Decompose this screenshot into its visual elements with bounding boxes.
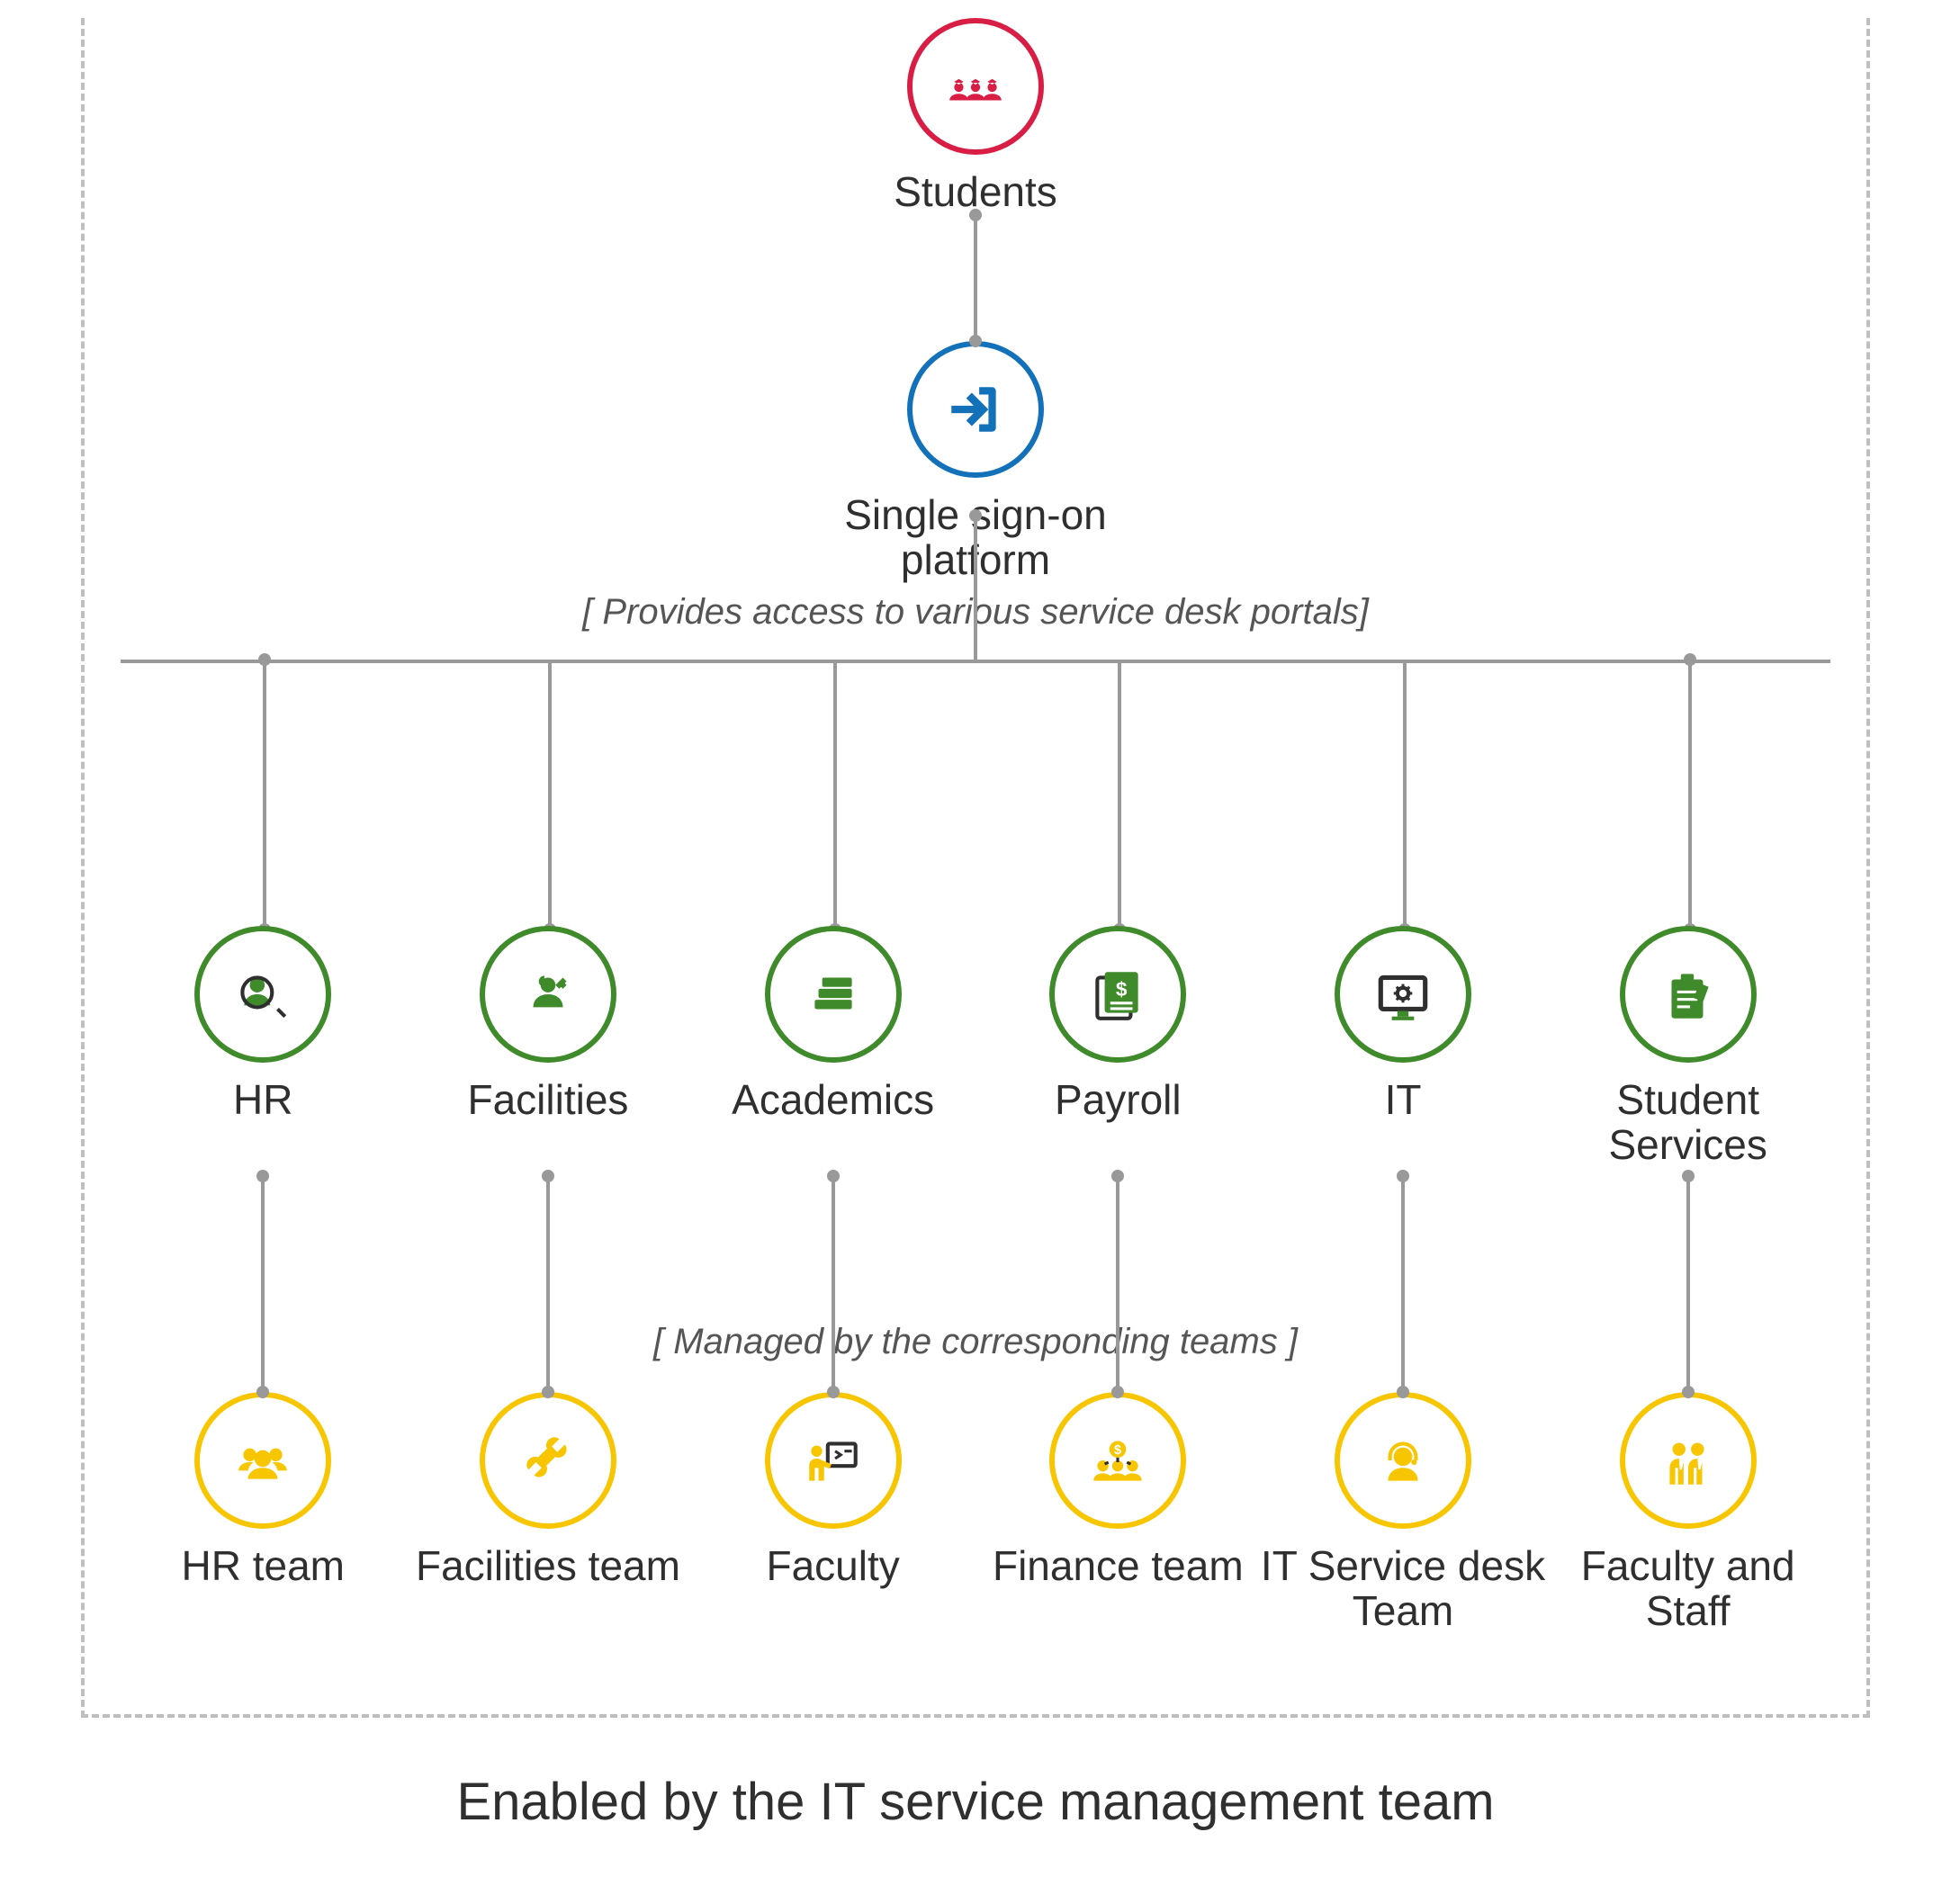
diagram-frame: Students Single sign-on platform [ Provi… bbox=[81, 18, 1870, 1718]
connector-student-services bbox=[1686, 1176, 1690, 1392]
student-services-label: Student Services bbox=[1589, 1077, 1787, 1176]
it-label: IT bbox=[1385, 1077, 1422, 1176]
connector-academics bbox=[832, 1176, 835, 1392]
col-student-services: Student Services Faculty and Staff bbox=[1545, 926, 1830, 1651]
col-it: IT IT Service desk Team bbox=[1261, 926, 1546, 1651]
students-icon bbox=[944, 55, 1007, 118]
student-services-icon bbox=[1657, 963, 1720, 1026]
connector-it bbox=[1401, 1176, 1405, 1392]
academics-service-node: Academics bbox=[732, 926, 934, 1176]
faculty-label: Faculty bbox=[767, 1543, 900, 1651]
finance-team-node: Finance team bbox=[993, 1392, 1244, 1651]
columns: [ Managed by the corresponding teams ] H… bbox=[121, 926, 1830, 1651]
connector-hr bbox=[261, 1176, 265, 1392]
facilities-icon bbox=[517, 963, 580, 1026]
hr-label: HR bbox=[233, 1077, 292, 1176]
connector-root-sso bbox=[974, 215, 977, 341]
facilities-team-icon bbox=[517, 1429, 580, 1492]
facilities-team-node: Facilities team bbox=[416, 1392, 680, 1651]
col-hr: HR HR team bbox=[121, 926, 406, 1651]
facilities-team-label: Facilities team bbox=[416, 1543, 680, 1651]
footer-text: Enabled by the IT service management tea… bbox=[54, 1772, 1897, 1832]
staff-icon bbox=[1657, 1429, 1720, 1492]
payroll-label: Payroll bbox=[1055, 1077, 1182, 1176]
payroll-service-node: Payroll bbox=[1049, 926, 1186, 1176]
col-academics: Academics Faculty bbox=[690, 926, 976, 1651]
staff-label: Faculty and Staff bbox=[1545, 1543, 1830, 1651]
login-icon bbox=[944, 378, 1007, 441]
it-team-icon bbox=[1371, 1429, 1434, 1492]
hr-service-node: HR bbox=[194, 926, 331, 1176]
hr-team-label: HR team bbox=[182, 1543, 345, 1651]
faculty-icon bbox=[802, 1429, 865, 1492]
hr-icon bbox=[231, 963, 294, 1026]
connector-facilities bbox=[546, 1176, 550, 1392]
hr-team-icon bbox=[231, 1429, 294, 1492]
it-icon bbox=[1371, 963, 1434, 1026]
col-facilities: Facilities Facilities team bbox=[406, 926, 691, 1651]
payroll-icon bbox=[1086, 963, 1149, 1026]
staff-team-node: Faculty and Staff bbox=[1545, 1392, 1830, 1651]
it-service-node: IT bbox=[1335, 926, 1471, 1176]
hr-team-node: HR team bbox=[182, 1392, 345, 1651]
diagram-root: Students Single sign-on platform [ Provi… bbox=[0, 0, 1951, 1904]
facilities-service-node: Facilities bbox=[467, 926, 628, 1176]
it-team-node: IT Service desk Team bbox=[1261, 1392, 1546, 1651]
facilities-label: Facilities bbox=[467, 1077, 628, 1176]
faculty-team-node: Faculty bbox=[765, 1392, 902, 1651]
it-team-label: IT Service desk Team bbox=[1261, 1543, 1546, 1651]
academics-icon bbox=[802, 963, 865, 1026]
student-services-node: Student Services bbox=[1589, 926, 1787, 1176]
connector-fan bbox=[121, 660, 1830, 930]
finance-team-icon bbox=[1086, 1429, 1149, 1492]
col-payroll: Payroll Finance team bbox=[976, 926, 1261, 1651]
academics-label: Academics bbox=[732, 1077, 934, 1176]
finance-team-label: Finance team bbox=[993, 1543, 1244, 1651]
connector-payroll bbox=[1116, 1176, 1119, 1392]
students-node: Students bbox=[894, 18, 1057, 215]
